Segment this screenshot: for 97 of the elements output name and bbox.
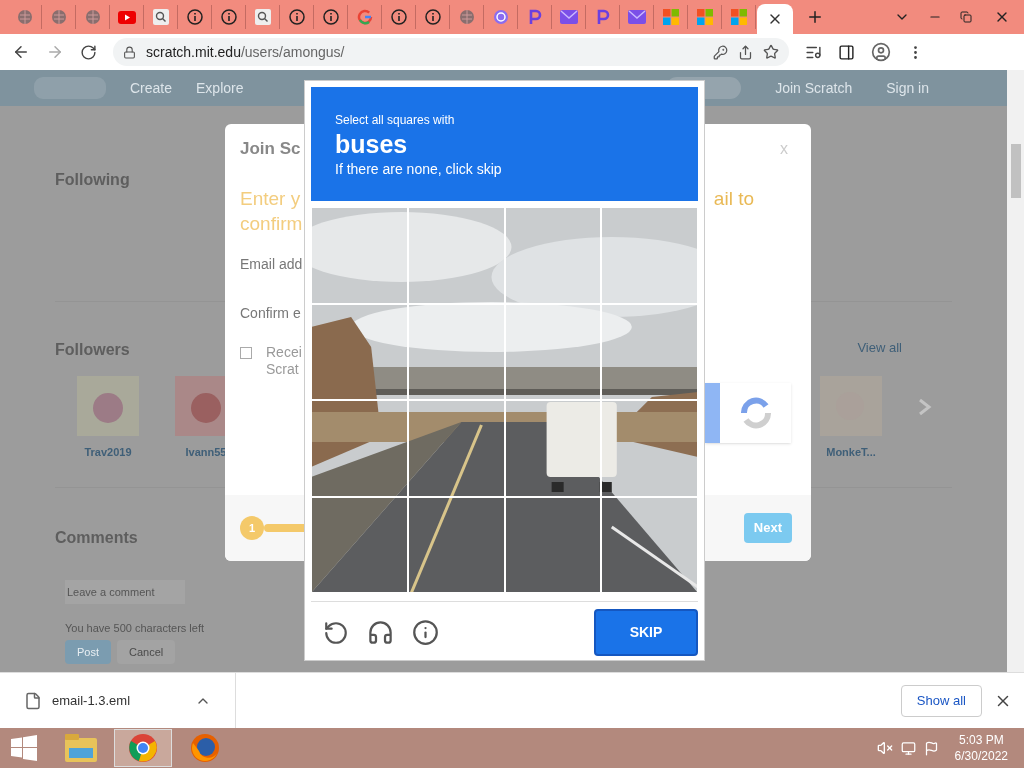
muted-speaker-icon[interactable] (876, 740, 893, 756)
reload-icon[interactable] (80, 43, 97, 61)
fox-globe-icon (190, 733, 220, 763)
play-icon (117, 10, 136, 24)
scrollbar[interactable] (1007, 70, 1024, 672)
folder-icon (65, 734, 97, 762)
info-icon (390, 9, 407, 25)
view-all-link[interactable]: View all (857, 338, 902, 362)
follower-name[interactable]: MonkeT... (826, 444, 876, 461)
network-icon[interactable] (900, 740, 916, 756)
checkbox-label: Recei (266, 343, 302, 361)
image-tile[interactable] (311, 207, 408, 304)
hint-text: If there are none, click skip (335, 160, 503, 179)
globe-icon (458, 9, 475, 25)
p-logo-icon (527, 9, 542, 25)
g-logo-icon (356, 9, 373, 25)
field-label: Confirm e (239, 303, 302, 323)
restore-icon[interactable] (960, 11, 972, 23)
envelope-icon (627, 10, 646, 24)
image-tile[interactable] (601, 400, 698, 497)
envelope-icon (559, 10, 578, 24)
file-icon (24, 691, 42, 710)
heading-text: ail to (713, 186, 755, 211)
nav-link[interactable]: Create (130, 77, 173, 99)
image-tile[interactable] (504, 303, 602, 400)
cancel-button[interactable]: Cancel (117, 640, 176, 664)
search-icon (254, 9, 271, 25)
field-label: Email add (239, 254, 304, 274)
section-title: Comments (55, 527, 138, 548)
download-filename[interactable]: email-1.3.eml (52, 690, 131, 711)
image-tile[interactable] (311, 303, 408, 400)
globe-icon (50, 9, 67, 25)
taskbar-app[interactable] (114, 729, 172, 767)
globe-icon (84, 9, 101, 25)
profile-icon[interactable] (871, 42, 891, 62)
p-logo-icon (595, 9, 610, 25)
image-tile[interactable] (504, 496, 602, 593)
info-icon (186, 9, 203, 25)
follower-name[interactable]: Ivann55 (185, 444, 227, 461)
image-tile[interactable] (407, 207, 505, 304)
info-icon (220, 9, 237, 25)
image-tile[interactable] (601, 496, 698, 593)
image-tile[interactable] (407, 303, 505, 400)
image-tile[interactable] (311, 400, 408, 497)
four-squares-icon (662, 9, 679, 25)
four-squares-icon (730, 9, 747, 25)
info-icon (424, 9, 441, 25)
share-icon[interactable] (738, 44, 753, 60)
image-tile[interactable] (504, 207, 602, 304)
new-tab-icon[interactable] (806, 8, 824, 26)
skip-button[interactable]: SKIP (594, 609, 698, 656)
badge-stripe (705, 382, 720, 443)
next-button[interactable]: Next (743, 513, 792, 543)
image-tile[interactable] (601, 303, 698, 400)
nav-link[interactable]: Explore (196, 77, 244, 99)
dialog-title: Join Sc (240, 138, 301, 160)
image-tile[interactable] (311, 496, 408, 593)
checkbox-label: Scrat (266, 360, 300, 378)
nav-link[interactable]: Sign in (886, 77, 929, 99)
prompt-text: Select all squares with (335, 112, 456, 129)
heading-text: Enter y (240, 186, 302, 211)
key-icon[interactable] (713, 44, 728, 60)
post-button[interactable]: Post (65, 640, 111, 664)
url-text: scratch.mit.edu/users/amongus/ (146, 42, 345, 62)
image-tile[interactable] (407, 496, 505, 593)
section-title: Following (55, 170, 130, 190)
four-squares-icon (696, 9, 713, 25)
address-field[interactable]: scratch.mit.edu/users/amongus/ (113, 38, 789, 66)
image-tile[interactable] (601, 207, 698, 304)
flag-icon[interactable] (923, 740, 939, 756)
show-all-button[interactable]: Show all (900, 684, 982, 717)
info-icon[interactable] (412, 619, 439, 646)
follower-name[interactable]: Trav2019 (84, 444, 132, 461)
section-title: Followers (55, 340, 130, 360)
heading-text: confirm (240, 211, 303, 236)
star-icon[interactable] (763, 44, 779, 60)
comment-field[interactable]: Leave a comment (65, 579, 185, 604)
lock-icon (123, 45, 136, 59)
nav-link[interactable]: Join Scratch (775, 77, 853, 99)
chars-left-text: You have 500 characters left (65, 620, 205, 636)
search-icon (152, 9, 169, 25)
image-tile[interactable] (504, 400, 602, 497)
info-icon (322, 9, 339, 25)
globe-icon (16, 9, 33, 25)
back-icon[interactable] (12, 43, 30, 61)
reload-icon[interactable] (323, 619, 349, 646)
info-icon (288, 9, 305, 25)
clock[interactable]: 5:03 PM 6/30/2022 (954, 732, 1008, 764)
start-icon[interactable] (11, 735, 37, 761)
target-text: buses (335, 129, 409, 159)
side-panel-icon[interactable] (838, 43, 855, 61)
chrome-logo-icon (128, 733, 158, 763)
checkbox[interactable] (240, 346, 252, 359)
headphones-icon[interactable] (367, 619, 394, 646)
image-tile[interactable] (407, 400, 505, 497)
step-number: 1 (240, 516, 264, 540)
spiral-icon (492, 9, 509, 25)
